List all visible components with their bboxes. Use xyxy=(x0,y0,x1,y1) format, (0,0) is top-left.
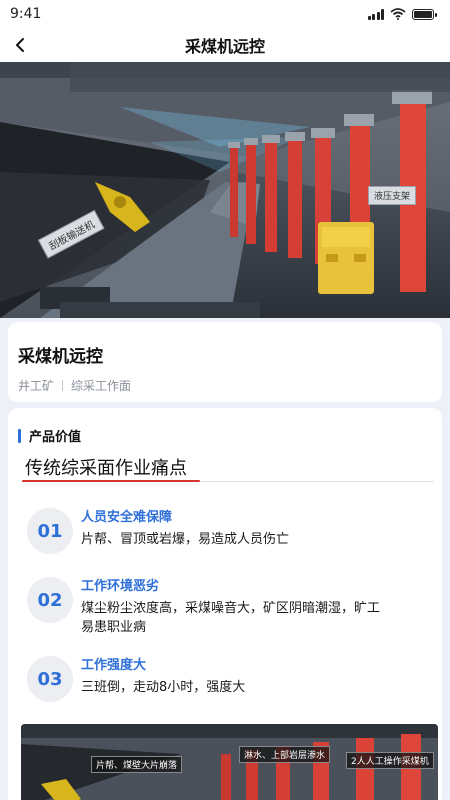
product-meta: 井工矿 综采工作面 xyxy=(18,377,432,394)
wifi-icon xyxy=(390,8,406,20)
signal-icon xyxy=(367,8,384,20)
pain-point-description: 煤尘粉尘浓度高，采煤噪音大，矿区阴暗潮湿，旷工易患职业病 xyxy=(81,601,381,635)
scenario-label-rib-spalling: 片帮、煤壁大片崩落 xyxy=(91,756,183,773)
status-icons xyxy=(367,8,437,20)
product-info-card: 采煤机远控 井工矿 综采工作面 xyxy=(8,322,442,402)
hero-tag-support: 液压支架 xyxy=(368,186,417,205)
meta-work-face: 综采工作面 xyxy=(71,379,132,393)
scenario-label-water-seepage: 淋水、上部岩层渗水 xyxy=(239,746,331,763)
section-accent-bar xyxy=(18,428,21,443)
hero-image: 刮板输送机 液压支架 xyxy=(0,62,450,318)
pain-point-description: 片帮、冒顶或岩爆，易造成人员伤亡 xyxy=(81,532,290,547)
pain-point-number: 01 xyxy=(27,508,73,554)
status-bar: 9:41 xyxy=(0,0,450,28)
section-title: 产品价值 xyxy=(29,430,82,445)
battery-icon xyxy=(412,8,437,20)
scenario-image: 片帮、煤壁大片崩落 淋水、上部岩层渗水 2人人工操作采煤机 xyxy=(21,724,438,800)
nav-bar: 采煤机远控 xyxy=(0,28,450,62)
pain-point-description: 三班倒，走动8小时，强度大 xyxy=(81,680,246,695)
status-time: 9:41 xyxy=(10,6,42,22)
pain-point-number: 02 xyxy=(27,577,73,623)
product-value-card: 产品价值 传统综采面作业痛点 01 人员安全难保障 片帮、冒顶或岩爆，易造成人员… xyxy=(8,408,442,800)
meta-divider xyxy=(62,380,64,391)
meta-mine-type: 井工矿 xyxy=(18,379,55,393)
chevron-left-icon xyxy=(16,38,24,52)
pain-point-heading: 工作强度大 xyxy=(81,658,147,673)
product-title: 采煤机远控 xyxy=(18,347,103,367)
section-header: 产品价值 xyxy=(18,426,81,445)
pain-point-heading: 人员安全难保障 xyxy=(81,510,173,525)
title-underline xyxy=(22,480,200,482)
pain-point-heading: 工作环境恶劣 xyxy=(81,579,160,594)
pain-point-number: 03 xyxy=(27,656,73,702)
scenario-label-manual-operation: 2人人工操作采煤机 xyxy=(346,752,434,769)
pain-points-title: 传统综采面作业痛点 xyxy=(25,458,187,479)
back-button[interactable] xyxy=(8,33,32,57)
page-title: 采煤机远控 xyxy=(184,37,265,56)
